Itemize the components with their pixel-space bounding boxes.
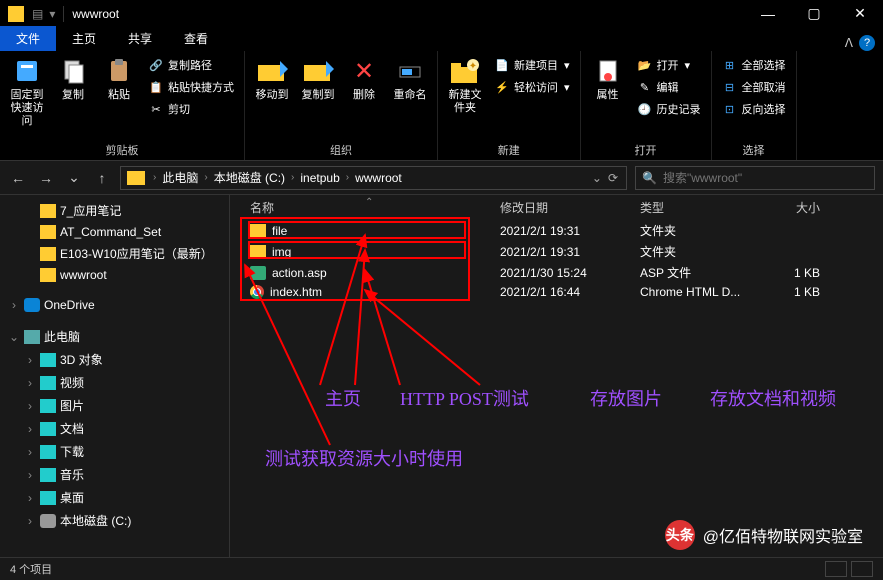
tab-view[interactable]: 查看 <box>168 26 224 51</box>
newitem-button[interactable]: 📄新建项目▾ <box>490 55 574 75</box>
open-button[interactable]: 📂打开▾ <box>633 55 705 75</box>
crumb[interactable]: 本地磁盘 (C:) <box>210 169 289 186</box>
pasteshortcut-button[interactable]: 📋粘贴快捷方式 <box>144 77 238 97</box>
tree-item[interactable]: ›OneDrive <box>0 295 229 315</box>
column-headers[interactable]: 名称⌃ 修改日期 类型 大小 <box>230 195 883 220</box>
group-organize: 组织 <box>251 140 431 158</box>
ribbon-tabs: 文件 主页 共享 查看 ᐱ ? <box>0 27 883 51</box>
paste-button[interactable]: 粘贴 <box>98 55 140 102</box>
crumb[interactable]: inetpub <box>296 171 343 185</box>
close-button[interactable]: ✕ <box>837 0 883 27</box>
tree-item[interactable]: ⌄此电脑 <box>0 325 229 348</box>
col-size[interactable]: 大小 <box>760 199 840 216</box>
moveto-button[interactable]: 移动到 <box>251 55 293 102</box>
selectall-button[interactable]: ⊞全部选择 <box>718 55 790 75</box>
recent-dropdown[interactable]: ⌄ <box>64 169 84 186</box>
rename-button[interactable]: 重命名 <box>389 55 431 102</box>
refresh-button[interactable]: ⟳ <box>608 171 618 185</box>
watermark-text: @亿佰特物联网实验室 <box>703 523 863 547</box>
item-count: 4 个项目 <box>10 561 52 577</box>
window-title: wwwroot <box>72 7 119 21</box>
history-button[interactable]: 🕘历史记录 <box>633 99 705 119</box>
back-button[interactable]: ← <box>8 170 28 186</box>
group-open: 打开 <box>587 140 705 158</box>
collapse-ribbon[interactable]: ᐱ <box>845 36 853 50</box>
annotation: 测试获取资源大小时使用 <box>265 445 463 471</box>
ribbon: 固定到快速访问 复制 粘贴 🔗复制路径 📋粘贴快捷方式 ✂剪切 剪贴板 移动到 … <box>0 51 883 161</box>
selectnone-button[interactable]: ⊟全部取消 <box>718 77 790 97</box>
selectinv-button[interactable]: ⊡反向选择 <box>718 99 790 119</box>
tree-item[interactable]: ›桌面 <box>0 486 229 509</box>
file-row[interactable]: file2021/2/1 19:31文件夹 <box>230 220 883 241</box>
edit-button[interactable]: ✎编辑 <box>633 77 705 97</box>
nav-bar: ← → ⌄ ↑ › 此电脑› 本地磁盘 (C:)› inetpub› wwwro… <box>0 161 883 195</box>
tree-item[interactable]: ›文档 <box>0 417 229 440</box>
view-details-button[interactable] <box>825 561 847 577</box>
folder-icon <box>127 171 145 185</box>
minimize-button[interactable]: — <box>745 0 791 27</box>
tree-item[interactable]: 7_应用笔记 <box>0 199 229 222</box>
file-row[interactable]: action.asp2021/1/30 15:24ASP 文件1 KB <box>230 262 883 283</box>
tree-item[interactable]: ›音乐 <box>0 463 229 486</box>
annotation: HTTP POST测试 <box>400 385 529 411</box>
group-new: 新建 <box>444 140 574 158</box>
easyaccess-button[interactable]: ⚡轻松访问▾ <box>490 77 574 97</box>
svg-text:✦: ✦ <box>469 61 477 72</box>
address-dropdown[interactable]: ⌄ <box>592 171 602 185</box>
delete-button[interactable]: ✕删除 <box>343 55 385 102</box>
tree-item[interactable]: ›视频 <box>0 371 229 394</box>
tree-item[interactable]: ›图片 <box>0 394 229 417</box>
search-icon: 🔍 <box>642 171 657 185</box>
address-bar[interactable]: › 此电脑› 本地磁盘 (C:)› inetpub› wwwroot ⌄ ⟳ <box>120 166 627 190</box>
annotation: 存放文档和视频 <box>710 385 850 411</box>
crumb[interactable]: wwwroot <box>351 171 406 185</box>
qat-item[interactable]: ▤ <box>32 7 43 21</box>
annotation: 存放图片 <box>590 385 662 411</box>
col-name[interactable]: 名称⌃ <box>230 199 500 216</box>
tree-item[interactable]: AT_Command_Set <box>0 222 229 242</box>
tree-item[interactable]: ›本地磁盘 (C:) <box>0 509 229 532</box>
watermark: 头条 @亿佰特物联网实验室 <box>665 520 863 550</box>
file-row[interactable]: index.htm2021/2/1 16:44Chrome HTML D...1… <box>230 283 883 301</box>
tab-share[interactable]: 共享 <box>112 26 168 51</box>
col-date[interactable]: 修改日期 <box>500 199 640 216</box>
copyto-button[interactable]: 复制到 <box>297 55 339 102</box>
copy-button[interactable]: 复制 <box>52 55 94 102</box>
file-row[interactable]: img2021/2/1 19:31文件夹 <box>230 241 883 262</box>
copypath-button[interactable]: 🔗复制路径 <box>144 55 238 75</box>
newfolder-button[interactable]: ✦新建文件夹 <box>444 55 486 115</box>
nav-tree[interactable]: 7_应用笔记AT_Command_SetE103-W10应用笔记（最新）wwwr… <box>0 195 230 557</box>
col-type[interactable]: 类型 <box>640 199 760 216</box>
watermark-icon: 头条 <box>665 520 695 550</box>
view-icons-button[interactable] <box>851 561 873 577</box>
search-box[interactable]: 🔍 <box>635 166 875 190</box>
group-select: 选择 <box>718 140 790 158</box>
tree-item[interactable]: wwwroot <box>0 265 229 285</box>
annotation: 主页 <box>325 385 361 411</box>
group-clipboard: 剪贴板 <box>6 140 238 158</box>
tree-item[interactable]: E103-W10应用笔记（最新） <box>0 242 229 265</box>
forward-button[interactable]: → <box>36 170 56 186</box>
search-input[interactable] <box>663 171 868 185</box>
file-list[interactable]: 名称⌃ 修改日期 类型 大小 file2021/2/1 19:31文件夹img2… <box>230 195 883 557</box>
properties-button[interactable]: 属性 <box>587 55 629 102</box>
maximize-button[interactable]: ▢ <box>791 0 837 27</box>
qat-item[interactable]: ▾ <box>49 7 55 21</box>
cut-button[interactable]: ✂剪切 <box>144 99 238 119</box>
app-icon <box>8 6 24 22</box>
tab-home[interactable]: 主页 <box>56 26 112 51</box>
status-bar: 4 个项目 <box>0 557 883 580</box>
pin-button[interactable]: 固定到快速访问 <box>6 55 48 128</box>
crumb[interactable]: 此电脑 <box>158 169 202 186</box>
tree-item[interactable]: ›下载 <box>0 440 229 463</box>
tree-item[interactable]: ›3D 对象 <box>0 348 229 371</box>
up-button[interactable]: ↑ <box>92 170 112 186</box>
tab-file[interactable]: 文件 <box>0 26 56 51</box>
window-controls: — ▢ ✕ <box>745 0 883 27</box>
help-button[interactable]: ? <box>859 35 875 51</box>
